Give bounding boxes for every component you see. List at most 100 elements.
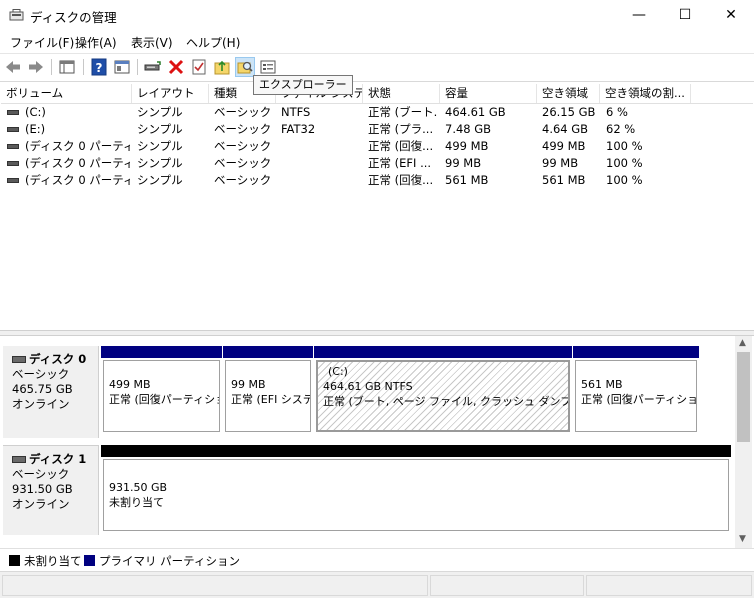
cell-layout: シンプル	[137, 173, 183, 187]
cell-capacity: 464.61 GB	[445, 105, 506, 119]
legend-swatch-primary	[84, 555, 95, 566]
table-row[interactable]: (ディスク 0 パーティシ... シンプル ベーシック 正常 (回復... 49…	[1, 138, 753, 155]
volume-icon	[7, 127, 19, 132]
delete-icon[interactable]	[167, 58, 185, 76]
table-row[interactable]: (ディスク 0 パーティシ... シンプル ベーシック 正常 (EFI ... …	[1, 155, 753, 172]
cell-layout: シンプル	[137, 139, 183, 153]
partition-recovery-1[interactable]: 499 MB 正常 (回復パーティション)	[101, 346, 222, 434]
partition-box: 561 MB 正常 (回復パーティション)	[575, 360, 697, 432]
menu-view[interactable]: 表示(V)	[131, 34, 173, 51]
cell-status: 正常 (プラ...	[368, 122, 434, 136]
column-header-status[interactable]: 状態	[363, 84, 440, 103]
partition-box: 931.50 GB 未割り当て	[103, 459, 729, 531]
up-folder-icon[interactable]	[213, 58, 231, 76]
cell-layout: シンプル	[137, 105, 183, 119]
console-tree-icon[interactable]	[58, 58, 76, 76]
partition-efi[interactable]: 99 MB 正常 (EFI システム パーティション)	[223, 346, 313, 434]
partition-status: 正常 (回復パーティション)	[109, 393, 219, 406]
menu-file[interactable]: ファイル(F)	[10, 34, 74, 51]
cell-volume: (E:)	[25, 122, 46, 136]
disk-management-icon	[9, 9, 24, 21]
cell-volume: (ディスク 0 パーティシ...	[25, 173, 130, 187]
connect-disk-icon[interactable]	[144, 58, 162, 76]
forward-icon[interactable]	[27, 58, 45, 76]
volume-icon	[7, 110, 19, 115]
table-row[interactable]: (C:) シンプル ベーシック NTFS 正常 (ブート... 464.61 G…	[1, 104, 753, 121]
cell-type: ベーシック	[214, 156, 272, 170]
settings-icon[interactable]	[259, 58, 277, 76]
menu-action[interactable]: 操作(A)	[75, 34, 117, 51]
window-title: ディスクの管理	[30, 10, 117, 25]
disk-name: ディスク 0	[29, 352, 87, 366]
cell-type: ベーシック	[214, 105, 272, 119]
partition-size: 931.50 GB	[109, 481, 168, 494]
cell-capacity: 561 MB	[445, 173, 489, 187]
cell-capacity: 99 MB	[445, 156, 482, 170]
cell-volume: (C:)	[25, 105, 46, 119]
cell-layout: シンプル	[137, 156, 183, 170]
disk-icon	[12, 356, 26, 363]
partition-recovery-2[interactable]: 561 MB 正常 (回復パーティション)	[573, 346, 699, 434]
vertical-scrollbar[interactable]: ▲ ▼	[735, 336, 752, 548]
partition-size: 499 MB	[109, 378, 151, 391]
menu-help[interactable]: ヘルプ(H)	[186, 34, 240, 51]
disk-icon	[12, 456, 26, 463]
disk-0-label[interactable]: ディスク 0 ベーシック 465.75 GB オンライン	[3, 346, 99, 438]
cell-volume: (ディスク 0 パーティシ...	[25, 139, 130, 153]
check-icon[interactable]	[190, 58, 208, 76]
close-button[interactable]: ✕	[708, 0, 754, 31]
column-header-volume[interactable]: ボリューム	[1, 84, 132, 103]
cell-capacity: 7.48 GB	[445, 122, 492, 136]
partition-status: 正常 (ブート, ページ ファイル, クラッシュ ダンプ, ベーシック データ …	[323, 395, 568, 408]
cell-status: 正常 (ブート...	[368, 105, 438, 119]
partition-color-bar	[101, 445, 731, 457]
disk-graph-view: ディスク 0 ベーシック 465.75 GB オンライン 499 MB 正常 (…	[3, 340, 735, 546]
explorer-icon[interactable]	[235, 57, 255, 77]
partition-status: 未割り当て	[109, 496, 164, 509]
volume-list: ボリューム レイアウト 種類 ファイル システム 状態 容量 空き領域 空き領域…	[1, 84, 753, 330]
column-header-layout[interactable]: レイアウト	[132, 84, 209, 103]
partition-c-drive[interactable]: (C:) 464.61 GB NTFS 正常 (ブート, ページ ファイル, ク…	[314, 346, 572, 434]
partition-title: (C:)	[328, 365, 348, 378]
partition-status: 正常 (回復パーティション)	[581, 393, 696, 406]
maximize-button[interactable]: ☐	[662, 0, 708, 31]
column-header-percent-free[interactable]: 空き領域の割...	[600, 84, 691, 103]
toolbar-tooltip: エクスプローラー	[253, 75, 353, 95]
minimize-button[interactable]: —	[616, 0, 662, 31]
scroll-thumb[interactable]	[737, 352, 750, 442]
cell-capacity: 499 MB	[445, 139, 489, 153]
properties-icon[interactable]	[113, 58, 131, 76]
disk-name: ディスク 1	[29, 452, 87, 466]
pane-splitter[interactable]	[0, 330, 754, 336]
cell-type: ベーシック	[214, 173, 272, 187]
partition-box: 499 MB 正常 (回復パーティション)	[103, 360, 220, 432]
partition-box: 99 MB 正常 (EFI システム パーティション)	[225, 360, 311, 432]
disk-size: 931.50 GB	[12, 482, 73, 496]
column-header-free-space[interactable]: 空き領域	[537, 84, 600, 103]
cell-free-space: 99 MB	[542, 156, 579, 170]
cell-filesystem	[281, 155, 361, 172]
cell-type: ベーシック	[214, 122, 272, 136]
back-icon[interactable]	[4, 58, 22, 76]
disk-1-label[interactable]: ディスク 1 ベーシック 931.50 GB オンライン	[3, 445, 99, 535]
cell-filesystem	[281, 138, 361, 155]
table-row[interactable]: (ディスク 0 パーティシ... シンプル ベーシック 正常 (回復... 56…	[1, 172, 753, 189]
cell-free-space: 26.15 GB	[542, 105, 596, 119]
cell-free-space: 4.64 GB	[542, 122, 589, 136]
scroll-down-icon[interactable]: ▼	[739, 534, 746, 544]
partition-status: 正常 (EFI システム パーティション)	[231, 393, 310, 406]
cell-layout: シンプル	[137, 122, 183, 136]
scroll-up-icon[interactable]: ▲	[739, 338, 746, 348]
cell-percent-free: 100 %	[606, 156, 643, 170]
help-icon[interactable]: ?	[90, 58, 108, 76]
legend-label-primary: プライマリ パーティション	[99, 554, 240, 568]
table-row[interactable]: (E:) シンプル ベーシック FAT32 正常 (プラ... 7.48 GB …	[1, 121, 753, 138]
cell-volume: (ディスク 0 パーティシ...	[25, 156, 130, 170]
cell-free-space: 499 MB	[542, 139, 586, 153]
partition-size: 99 MB	[231, 378, 266, 391]
column-header-capacity[interactable]: 容量	[440, 84, 537, 103]
cell-percent-free: 100 %	[606, 139, 643, 153]
partition-unallocated[interactable]: 931.50 GB 未割り当て	[101, 445, 731, 533]
disk-size: 465.75 GB	[12, 382, 73, 396]
partition-size: 561 MB	[581, 378, 623, 391]
